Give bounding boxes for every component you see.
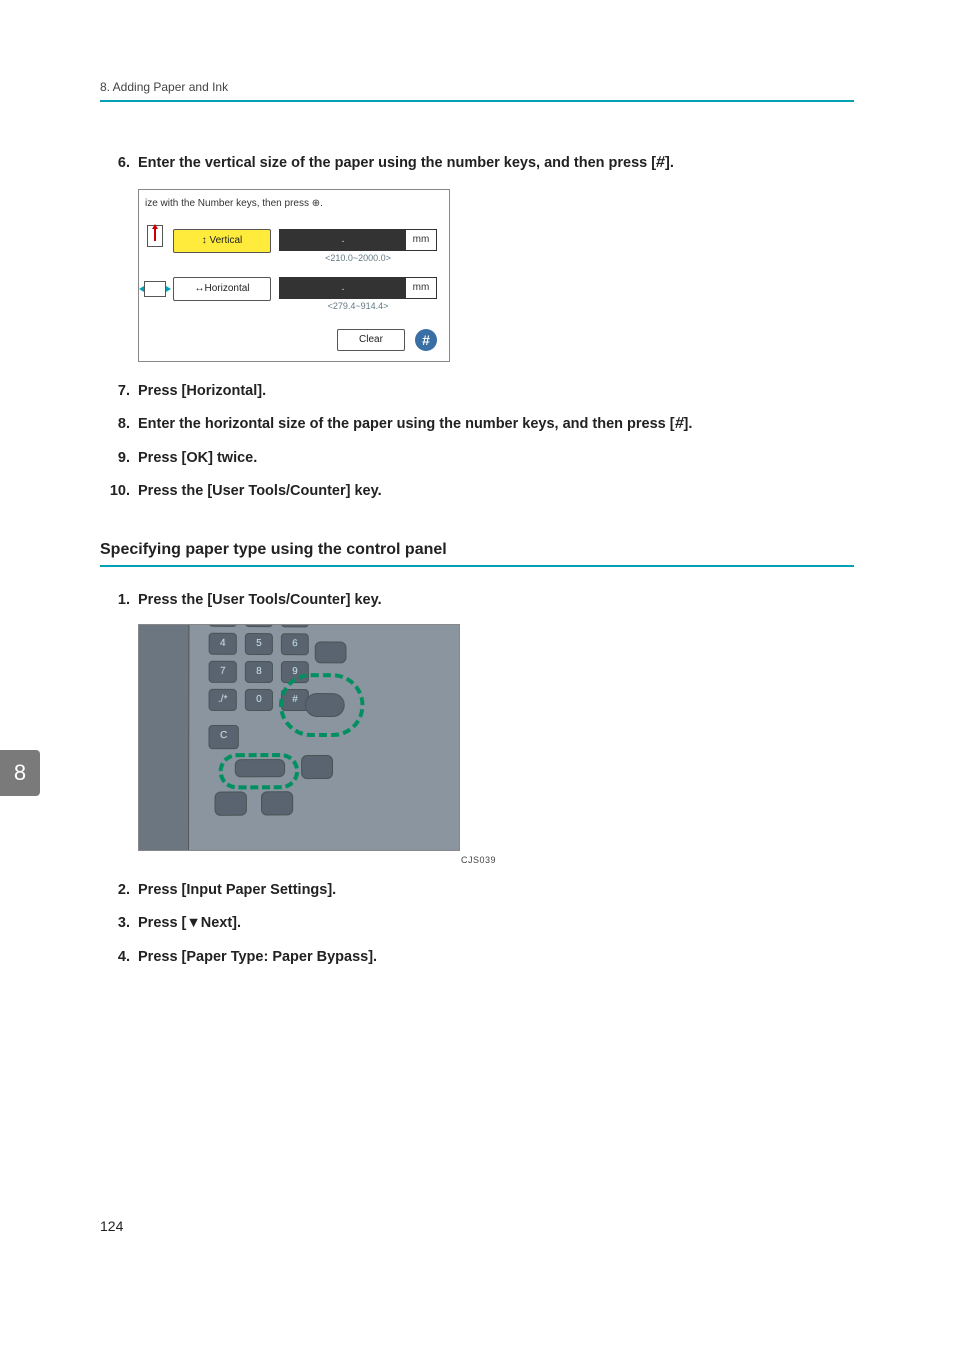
step-7: 7. Press [Horizontal].	[100, 380, 854, 403]
step-text: Press the [User Tools/Counter] key.	[138, 480, 854, 503]
key-3: 3	[281, 624, 309, 627]
lcd-prompt: ize with the Number keys, then press ⊕.	[139, 194, 449, 223]
step-number: 9.	[100, 447, 130, 470]
key-4: 4	[209, 633, 237, 655]
text-part: ].	[684, 416, 693, 432]
fn-key-e	[261, 791, 293, 815]
page-header: 8. Adding Paper and Ink	[100, 80, 854, 102]
page-number: 124	[100, 1218, 123, 1234]
control-panel-illustration: 1 2 3 4 5 6 7 8 9 ./* 0 # C	[138, 624, 460, 851]
steps-section-b: 1. Press the [User Tools/Counter] key.	[100, 589, 854, 612]
panel-body: 1 2 3 4 5 6 7 8 9 ./* 0 # C	[138, 624, 460, 851]
text-part: ].	[665, 155, 674, 171]
vertical-value: .	[280, 230, 406, 250]
key-6: 6	[281, 633, 309, 655]
step-b1: 1. Press the [User Tools/Counter] key.	[100, 589, 854, 612]
step-b3: 3. Press [▼Next].	[100, 912, 854, 935]
fn-key-a	[315, 642, 347, 664]
key-star: ./*	[209, 689, 237, 711]
step-9: 9. Press [OK] twice.	[100, 447, 854, 470]
step-text: Enter the vertical size of the paper usi…	[138, 152, 854, 175]
fn-key-c	[301, 755, 333, 779]
key-8: 8	[245, 661, 273, 683]
step-6: 6. Enter the vertical size of the paper …	[100, 152, 854, 175]
step-number: 10.	[100, 480, 130, 503]
step-number: 1.	[100, 589, 130, 612]
step-text: Press the [User Tools/Counter] key.	[138, 589, 854, 612]
unit-label: mm	[406, 278, 436, 298]
step-text: Enter the horizontal size of the paper u…	[138, 413, 854, 436]
highlight-user-tools-icon	[279, 673, 365, 737]
key-1: 1	[209, 624, 237, 627]
chapter-tab: 8	[0, 750, 40, 796]
step-number: 4.	[100, 946, 130, 969]
lcd-footer: Clear #	[139, 313, 449, 361]
key-7: 7	[209, 661, 237, 683]
step-number: 2.	[100, 879, 130, 902]
step-number: 8.	[100, 413, 130, 436]
highlight-secondary-icon	[219, 753, 300, 790]
subheading: Specifying paper type using the control …	[100, 541, 854, 567]
text-part: Next].	[201, 915, 241, 931]
key-2: 2	[245, 624, 273, 627]
text-part: Enter the vertical size of the paper usi…	[138, 155, 656, 171]
step-b2: 2. Press [Input Paper Settings].	[100, 879, 854, 902]
lcd-screenshot: ize with the Number keys, then press ⊕. …	[138, 189, 450, 362]
vertical-value-box[interactable]: . mm	[279, 229, 437, 251]
horizontal-value: .	[280, 278, 406, 298]
step-text: Press [Horizontal].	[138, 380, 854, 403]
image-caption: CJS039	[138, 855, 496, 865]
horizontal-range: <279.4~914.4>	[279, 301, 437, 311]
horizontal-value-box[interactable]: . mm	[279, 277, 437, 299]
step-number: 6.	[100, 152, 130, 175]
panel-screen	[138, 624, 190, 851]
page: 8 8. Adding Paper and Ink 6. Enter the v…	[0, 0, 954, 1274]
steps-section-b-cont: 2. Press [Input Paper Settings]. 3. Pres…	[100, 879, 854, 969]
step-b4: 4. Press [Paper Type: Paper Bypass].	[100, 946, 854, 969]
down-arrow-icon: ▼	[186, 915, 200, 931]
step-text: Press [Paper Type: Paper Bypass].	[138, 946, 854, 969]
fn-key-d	[215, 792, 247, 816]
hash-icon: #	[655, 155, 665, 171]
orientation-vertical-icon	[141, 225, 169, 257]
text-part: Press [	[138, 915, 186, 931]
lcd-row-horizontal: ↔Horizontal . mm <279.4~914.4>	[139, 271, 449, 311]
step-text: Press [OK] twice.	[138, 447, 854, 470]
hash-icon: #	[674, 416, 684, 432]
step-text: Press [Input Paper Settings].	[138, 879, 854, 902]
text-part: Enter the horizontal size of the paper u…	[138, 416, 675, 432]
steps-section-a: 6. Enter the vertical size of the paper …	[100, 152, 854, 175]
step-text: Press [▼Next].	[138, 912, 854, 935]
horizontal-button[interactable]: ↔Horizontal	[173, 277, 271, 301]
lcd-row-vertical: ↕ Vertical . mm <210.0~2000.0>	[139, 223, 449, 263]
key-c: C	[208, 725, 238, 749]
vertical-range: <210.0~2000.0>	[279, 253, 437, 263]
key-0: 0	[245, 689, 273, 711]
hash-button-icon[interactable]: #	[415, 329, 437, 351]
step-8: 8. Enter the horizontal size of the pape…	[100, 413, 854, 436]
clear-button[interactable]: Clear	[337, 329, 405, 351]
step-number: 7.	[100, 380, 130, 403]
step-10: 10. Press the [User Tools/Counter] key.	[100, 480, 854, 503]
unit-label: mm	[406, 230, 436, 250]
orientation-horizontal-icon	[141, 273, 169, 305]
horizontal-value-col: . mm <279.4~914.4>	[279, 273, 437, 311]
vertical-value-col: . mm <210.0~2000.0>	[279, 225, 437, 263]
vertical-button[interactable]: ↕ Vertical	[173, 229, 271, 253]
step-number: 3.	[100, 912, 130, 935]
key-5: 5	[245, 633, 273, 655]
steps-section-a-cont: 7. Press [Horizontal]. 8. Enter the hori…	[100, 380, 854, 503]
